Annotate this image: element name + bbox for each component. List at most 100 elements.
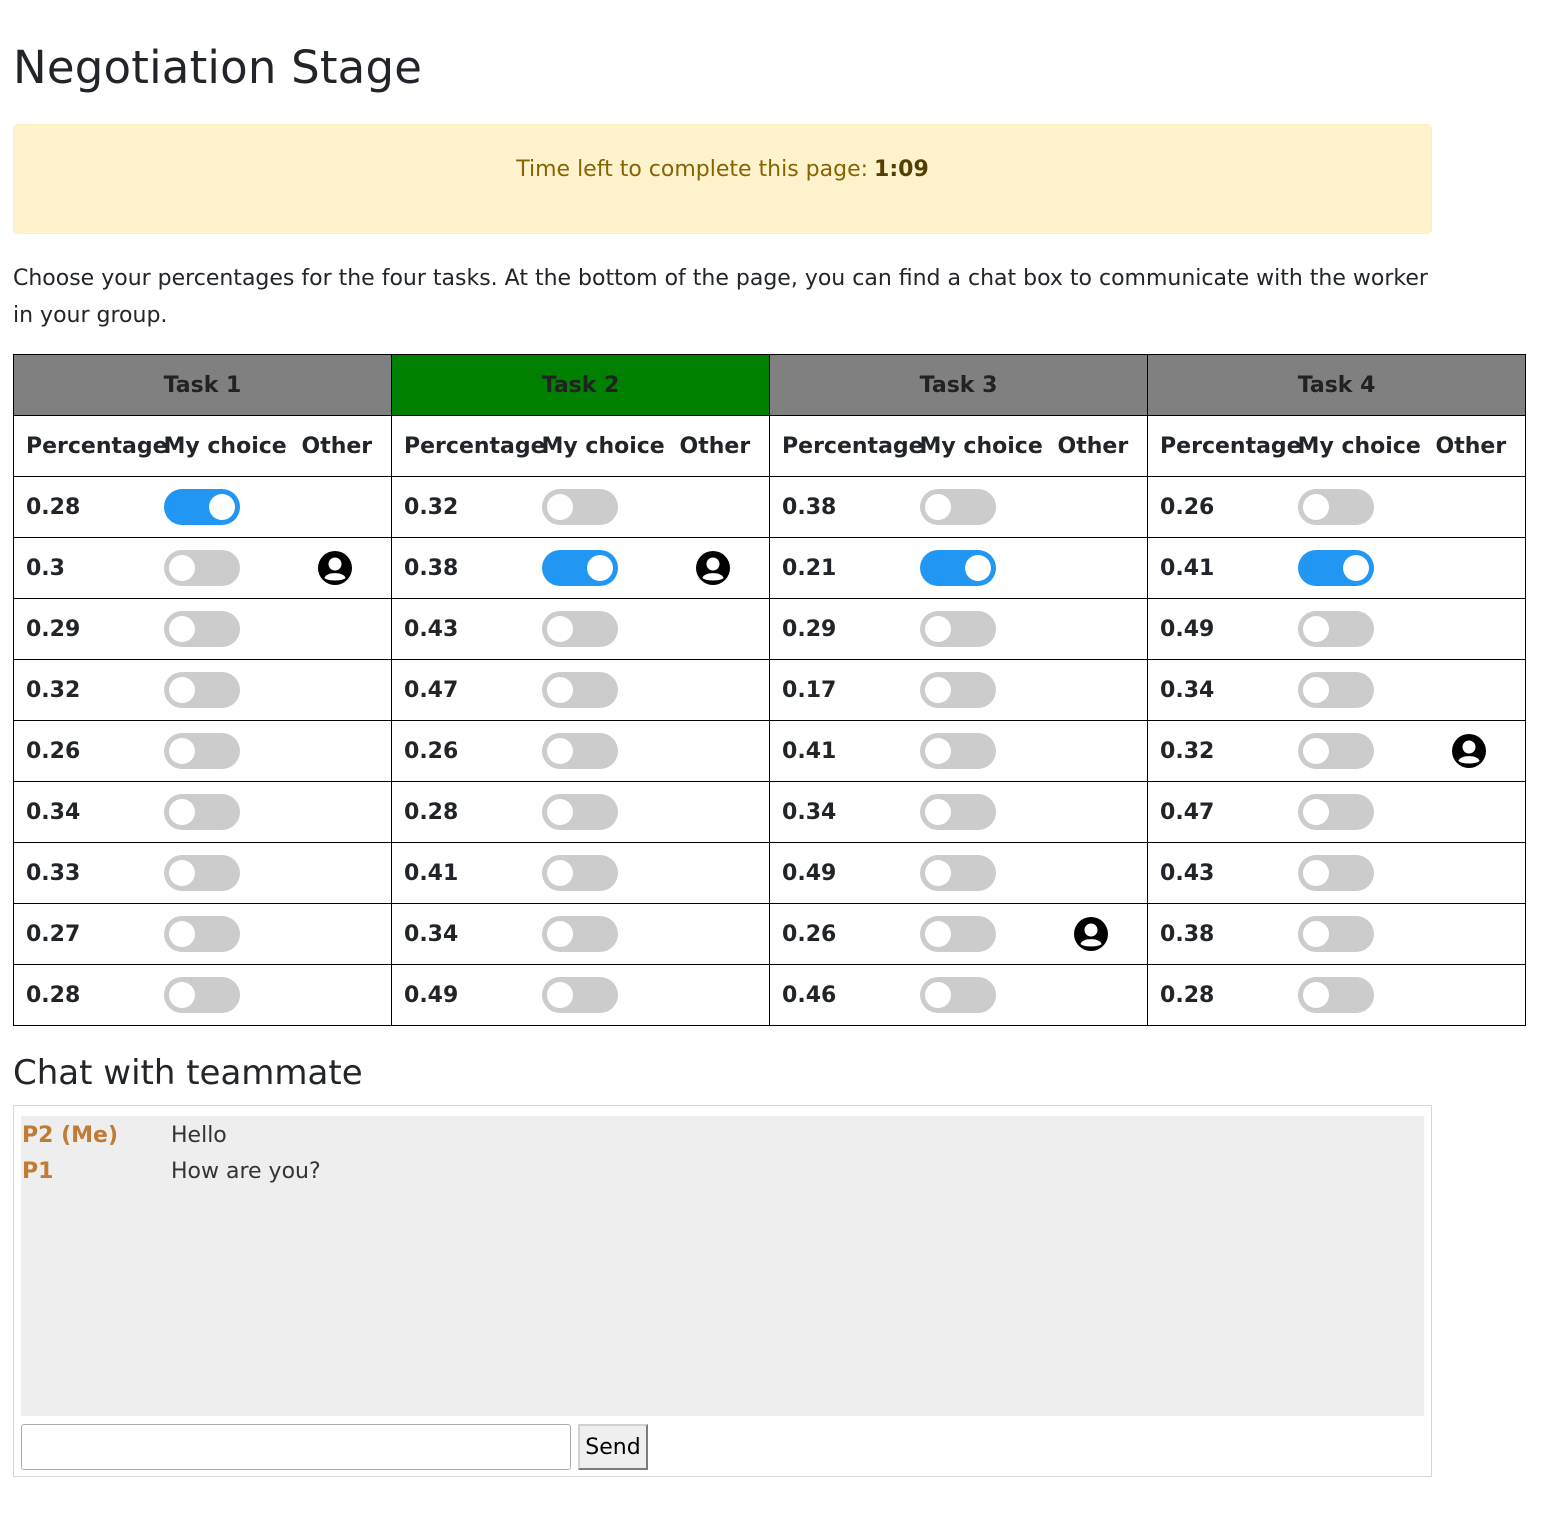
percentage-value: 0.26	[1147, 476, 1298, 538]
percentage-value: 0.28	[13, 964, 164, 1026]
my-choice-cell	[1297, 781, 1436, 843]
choice-toggle[interactable]	[541, 489, 618, 525]
column-header-percentage: Percentage	[769, 415, 924, 477]
choice-toggle[interactable]	[163, 489, 240, 525]
column-header-percentage: Percentage	[391, 415, 546, 477]
choice-toggle[interactable]	[163, 672, 240, 708]
other-choice-cell	[679, 537, 771, 599]
choice-toggle[interactable]	[1297, 977, 1374, 1013]
percentage-value: 0.28	[1147, 964, 1298, 1026]
other-choice-cell	[679, 842, 771, 904]
other-choice-cell	[1435, 720, 1527, 782]
other-choice-cell	[301, 964, 393, 1026]
chat-message-input[interactable]	[21, 1424, 571, 1470]
choice-toggle[interactable]	[1297, 611, 1374, 647]
send-button[interactable]: Send	[578, 1424, 648, 1470]
choice-toggle[interactable]	[163, 550, 240, 586]
task-header-4: Task 4	[1147, 354, 1527, 416]
other-choice-cell	[301, 537, 393, 599]
choice-toggle[interactable]	[919, 672, 996, 708]
percentage-value: 0.17	[769, 659, 920, 721]
my-choice-cell	[919, 537, 1058, 599]
percentage-value: 0.38	[769, 476, 920, 538]
other-choice-cell	[1435, 476, 1527, 538]
column-header-percentage: Percentage	[1147, 415, 1302, 477]
choice-toggle[interactable]	[541, 977, 618, 1013]
choice-toggle[interactable]	[163, 916, 240, 952]
choice-toggle[interactable]	[163, 794, 240, 830]
choice-toggle[interactable]	[919, 916, 996, 952]
choice-toggle[interactable]	[1297, 855, 1374, 891]
choice-toggle[interactable]	[919, 794, 996, 830]
percentage-value: 0.34	[13, 781, 164, 843]
percentage-value: 0.46	[769, 964, 920, 1026]
percentage-value: 0.41	[1147, 537, 1298, 599]
choice-toggle[interactable]	[541, 916, 618, 952]
table-row: 0.29 0.43 0.29 0.49	[13, 598, 1527, 660]
column-header-other: Other	[679, 415, 771, 477]
column-header-my-choice: My choice	[541, 433, 665, 459]
my-choice-cell	[1297, 659, 1436, 721]
choice-toggle[interactable]	[1297, 733, 1374, 769]
task-table: Task 1 Task 2 Task 3 Task 4 Percentage My ch…	[12, 354, 1527, 1026]
table-row: 0.26 0.26 0.41 0.32	[13, 720, 1527, 782]
choice-toggle[interactable]	[1297, 916, 1374, 952]
choice-toggle[interactable]	[541, 611, 618, 647]
choice-toggle[interactable]	[1297, 550, 1374, 586]
percentage-value: 0.26	[13, 720, 164, 782]
percentage-value: 0.26	[391, 720, 542, 782]
my-choice-cell	[919, 720, 1058, 782]
my-choice-cell	[919, 781, 1058, 843]
my-choice-cell	[541, 598, 680, 660]
my-choice-cell	[1297, 476, 1436, 538]
percentage-value: 0.32	[391, 476, 542, 538]
other-choice-cell	[679, 903, 771, 965]
percentage-value: 0.41	[769, 720, 920, 782]
choice-toggle[interactable]	[163, 733, 240, 769]
user-circle-icon	[317, 551, 352, 585]
percentage-value: 0.34	[391, 903, 542, 965]
choice-toggle[interactable]	[1297, 794, 1374, 830]
choice-toggle[interactable]	[541, 794, 618, 830]
choice-toggle[interactable]	[541, 855, 618, 891]
other-choice-cell	[1057, 842, 1149, 904]
choice-toggle[interactable]	[919, 855, 996, 891]
other-choice-cell	[1057, 659, 1149, 721]
timer-alert: Time left to complete this page: 1:09	[13, 124, 1432, 234]
column-header-other: Other	[301, 415, 393, 477]
my-choice-cell	[1297, 598, 1436, 660]
percentage-value: 0.28	[13, 476, 164, 538]
instructions-text: Choose your percentages for the four tas…	[13, 266, 1428, 328]
choice-toggle[interactable]	[541, 550, 618, 586]
percentage-value: 0.21	[769, 537, 920, 599]
choice-toggle[interactable]	[919, 550, 996, 586]
choice-toggle[interactable]	[1297, 672, 1374, 708]
other-choice-cell	[1057, 720, 1149, 782]
choice-toggle[interactable]	[541, 733, 618, 769]
my-choice-cell	[919, 964, 1058, 1026]
other-choice-cell	[679, 720, 771, 782]
other-choice-cell	[679, 781, 771, 843]
user-circle-icon	[1073, 917, 1108, 951]
other-choice-cell	[1057, 598, 1149, 660]
percentage-value: 0.34	[1147, 659, 1298, 721]
choice-toggle[interactable]	[163, 611, 240, 647]
other-choice-cell	[1057, 537, 1149, 599]
column-header-my-choice: My choice	[163, 433, 287, 459]
choice-toggle[interactable]	[919, 611, 996, 647]
my-choice-cell	[541, 964, 680, 1026]
choice-toggle[interactable]	[919, 489, 996, 525]
choice-toggle[interactable]	[163, 855, 240, 891]
my-choice-cell	[541, 720, 680, 782]
choice-toggle[interactable]	[919, 733, 996, 769]
my-choice-cell	[919, 476, 1058, 538]
choice-toggle[interactable]	[163, 977, 240, 1013]
chat-sender: P2 (Me)	[22, 1123, 119, 1148]
choice-toggle[interactable]	[919, 977, 996, 1013]
choice-toggle[interactable]	[541, 672, 618, 708]
column-header-my-choice: My choice	[1297, 433, 1421, 459]
choice-toggle[interactable]	[1297, 489, 1374, 525]
chat-box: P2 (Me) Hello P1 How are you? Send	[13, 1105, 1432, 1477]
table-row: 0.33 0.41 0.49 0.43	[13, 842, 1527, 904]
column-header-row: Percentage My choice Other Percentage My cho…	[13, 415, 1527, 477]
